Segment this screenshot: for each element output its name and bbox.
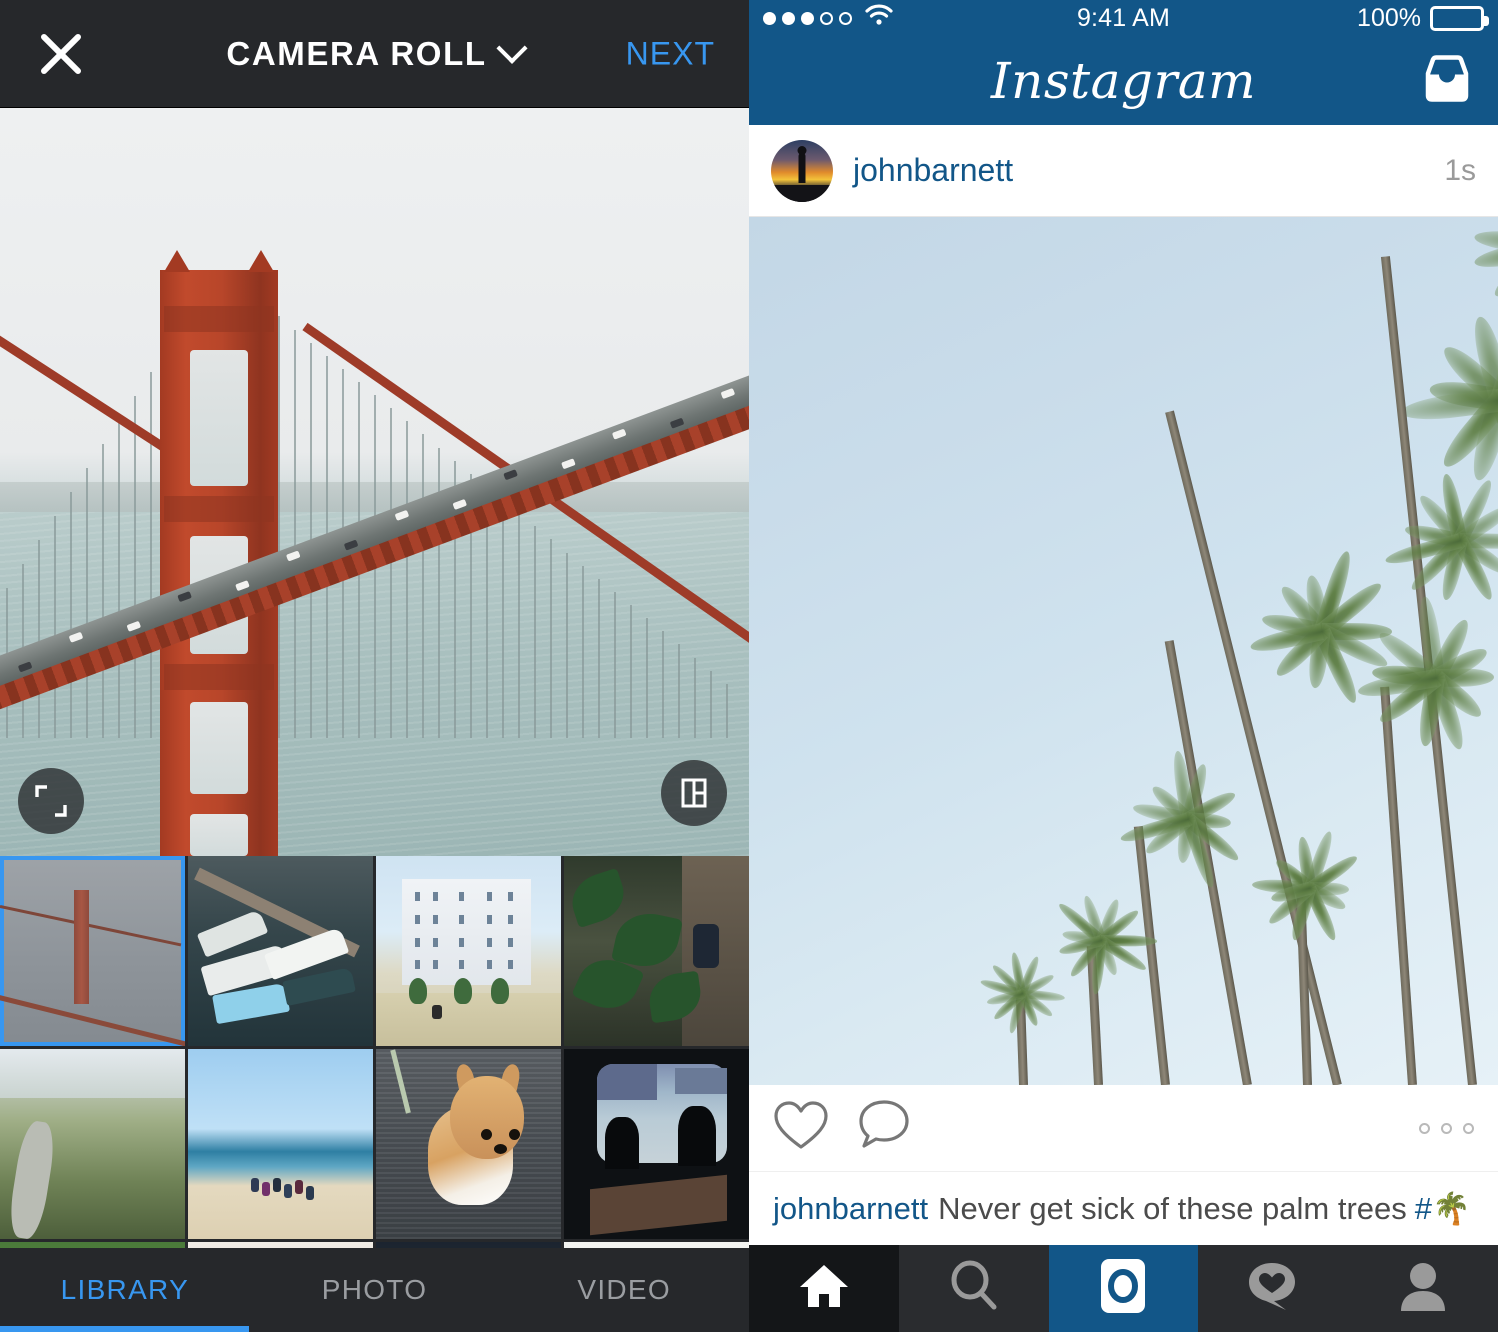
tower-brace <box>164 496 274 522</box>
post-username[interactable]: johnbarnett <box>853 152 1013 189</box>
avatar-ground <box>771 185 833 201</box>
instagram-navbar: Instagram <box>749 36 1498 125</box>
person-icon <box>1398 1260 1448 1317</box>
thumb-tower <box>74 890 89 1004</box>
album-title-label: CAMERA ROLL <box>226 35 486 73</box>
more-options-icon[interactable] <box>1419 1123 1474 1134</box>
caption-username[interactable]: johnbarnett <box>773 1191 928 1227</box>
thumb-person <box>432 1005 442 1019</box>
multi-select-icon[interactable] <box>661 760 727 826</box>
avatar-silhouette <box>799 153 806 183</box>
tab-camera[interactable] <box>1049 1245 1199 1332</box>
thumb-person <box>306 1186 314 1200</box>
camera-icon <box>1099 1257 1147 1320</box>
thumb-person <box>295 1180 303 1194</box>
list-item[interactable] <box>0 856 185 1046</box>
palm-tree <box>1243 1084 1244 1085</box>
palm-tree <box>1019 1084 1020 1085</box>
thumb-dog-head <box>450 1076 524 1160</box>
thumb-road <box>6 1119 58 1239</box>
battery-indicator: 100% <box>1357 4 1484 33</box>
caption-text: Never get sick of these palm trees <box>938 1191 1407 1227</box>
photo-preview[interactable] <box>0 108 749 856</box>
list-item[interactable] <box>564 856 749 1046</box>
thumb-leash <box>390 1049 410 1113</box>
tower-brace <box>164 306 274 332</box>
heart-bubble-icon <box>1246 1260 1300 1317</box>
battery-full-icon <box>1430 6 1484 31</box>
thumb-tree <box>409 978 427 1004</box>
tab-search[interactable] <box>899 1245 1049 1332</box>
thumb-boat <box>282 967 356 1006</box>
list-item[interactable] <box>0 1049 185 1239</box>
post-timestamp: 1s <box>1444 154 1476 188</box>
post-header: johnbarnett 1s <box>749 125 1498 217</box>
dual-screen-container: CAMERA ROLL NEXT LIBRARY PHOTO VIDEO 9:4… <box>0 0 1498 1332</box>
thumb-dog-eye <box>509 1129 520 1140</box>
thumb-person <box>273 1178 281 1192</box>
search-icon <box>948 1260 1000 1317</box>
thumb-person <box>693 924 719 968</box>
thumb-table <box>590 1175 727 1235</box>
tab-video[interactable]: VIDEO <box>499 1274 749 1306</box>
tower-opening <box>190 702 248 794</box>
thumb-tree <box>454 978 472 1004</box>
list-item[interactable] <box>188 1049 373 1239</box>
thumb-silhouette <box>678 1106 716 1166</box>
battery-percent-label: 100% <box>1357 4 1421 33</box>
thumb-person <box>284 1184 292 1198</box>
tower-cap <box>160 252 278 272</box>
thumb-person <box>251 1178 259 1192</box>
camera-roll-tabbar: LIBRARY PHOTO VIDEO <box>0 1248 749 1332</box>
thumb-cable <box>0 905 181 946</box>
palm-tree <box>1408 1084 1409 1085</box>
list-item[interactable] <box>188 856 373 1046</box>
thumb-person <box>262 1182 270 1196</box>
thumb-building <box>402 879 532 985</box>
home-icon <box>797 1261 851 1316</box>
thumb-haze <box>0 1049 185 1098</box>
camera-roll-navbar: CAMERA ROLL NEXT <box>0 0 749 108</box>
next-button[interactable]: NEXT <box>626 35 715 72</box>
tab-profile[interactable] <box>1348 1245 1498 1332</box>
list-item[interactable] <box>376 856 561 1046</box>
heart-icon[interactable] <box>773 1100 829 1157</box>
palm-tree <box>1161 1084 1162 1085</box>
thumb-leaf <box>566 868 632 928</box>
tab-home[interactable] <box>749 1245 899 1332</box>
inbox-icon[interactable] <box>1418 53 1476 108</box>
tab-activity[interactable] <box>1198 1245 1348 1332</box>
post-caption: johnbarnett Never get sick of these palm… <box>749 1171 1498 1245</box>
status-bar: 9:41 AM 100% <box>749 0 1498 36</box>
active-tab-indicator <box>0 1326 249 1332</box>
thumb-silhouette <box>605 1117 639 1169</box>
palm-tree <box>1333 1084 1334 1085</box>
instagram-panel: 9:41 AM 100% Instagram johnbarnett 1s jo… <box>749 0 1498 1332</box>
comment-bubble-icon[interactable] <box>857 1099 913 1158</box>
tower-opening <box>190 350 248 486</box>
post-photo[interactable] <box>749 217 1498 1085</box>
caption-hashtag[interactable]: #🌴 <box>1415 1190 1471 1227</box>
post-actions <box>749 1085 1498 1171</box>
photo-grid[interactable] <box>0 856 749 1248</box>
thumb-boat <box>197 909 268 957</box>
tower-opening <box>190 814 248 856</box>
avatar[interactable] <box>771 140 833 202</box>
thumb-tree <box>491 978 509 1004</box>
palm-tree <box>1094 1084 1095 1085</box>
tower-brace <box>164 664 274 690</box>
tab-library[interactable]: LIBRARY <box>0 1274 250 1306</box>
chevron-down-icon <box>496 32 527 63</box>
thumb-deck <box>0 993 185 1046</box>
palm-tree <box>1468 1084 1469 1085</box>
expand-crop-icon[interactable] <box>18 768 84 834</box>
close-icon[interactable] <box>38 31 84 77</box>
camera-roll-panel: CAMERA ROLL NEXT LIBRARY PHOTO VIDEO <box>0 0 749 1332</box>
list-item[interactable] <box>564 1049 749 1239</box>
list-item[interactable] <box>376 1049 561 1239</box>
instagram-logo: Instagram <box>991 52 1256 110</box>
tab-photo[interactable]: PHOTO <box>250 1274 500 1306</box>
instagram-tabbar <box>749 1245 1498 1332</box>
palm-tree <box>1303 1084 1304 1085</box>
